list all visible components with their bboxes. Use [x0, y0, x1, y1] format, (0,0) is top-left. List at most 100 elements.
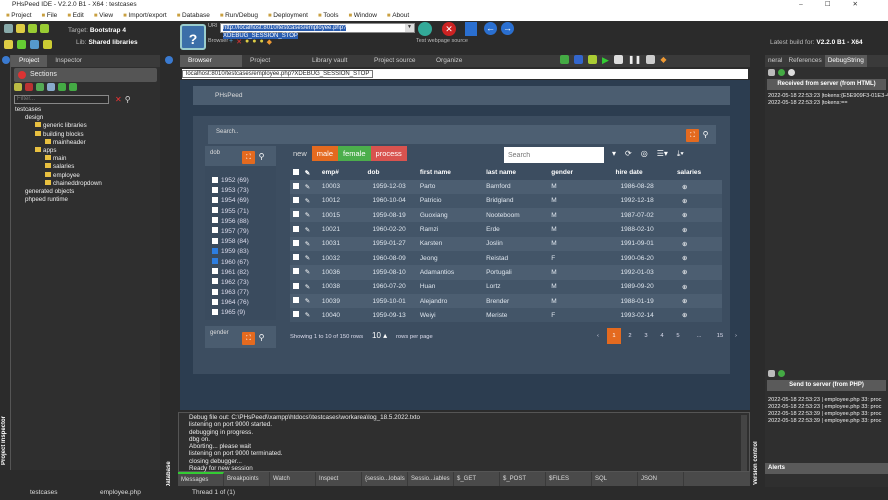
search-icon[interactable]: ⚲: [255, 150, 268, 163]
salaries-zoom-icon[interactable]: ⊕: [673, 193, 722, 209]
refresh-log-icon[interactable]: [778, 370, 785, 377]
copy-icon[interactable]: [4, 24, 13, 33]
bottom-tab[interactable]: Sessio...iables: [408, 472, 454, 486]
table-search-input[interactable]: [504, 147, 604, 163]
checkbox[interactable]: [212, 227, 218, 234]
salaries-zoom-icon[interactable]: ⊕: [673, 250, 722, 266]
row-checkbox[interactable]: [290, 293, 302, 309]
page-icon[interactable]: [613, 55, 623, 64]
dob-filter-item[interactable]: 1964 (76): [205, 298, 276, 308]
row-checkbox[interactable]: [290, 265, 302, 280]
row-checkbox[interactable]: [290, 222, 302, 237]
menu-rundebug[interactable]: Run/Debug: [220, 10, 258, 21]
tree-node[interactable]: employee: [11, 172, 160, 180]
alerts-header[interactable]: Alerts: [765, 463, 888, 474]
edit-icon[interactable]: ✎: [301, 222, 319, 237]
expand-icon[interactable]: ⛶: [242, 332, 255, 345]
checkbox[interactable]: [212, 298, 218, 305]
table-row[interactable]: ✎ 10040 1959-09-13 Weiyi Meriste F 1993-02-14 ⊕: [290, 308, 722, 323]
table-row[interactable]: ✎ 10003 1959-12-03 Parto Bamford M 1986-08-28 ⊕: [290, 179, 722, 194]
menu-deployment[interactable]: Deployment: [268, 10, 308, 21]
menu-edit[interactable]: Edit: [67, 10, 84, 21]
table-row[interactable]: ✎ 10012 1960-10-04 Patricio Bridgland M 1992-1…: [290, 193, 722, 209]
expand-icon[interactable]: ⛶: [242, 151, 255, 164]
export-icon[interactable]: [36, 83, 44, 91]
tree-node[interactable]: apps: [11, 147, 160, 155]
tab-library-vault[interactable]: Library vault: [304, 55, 366, 67]
redo-icon[interactable]: [40, 24, 49, 33]
tab-inspector[interactable]: Inspector: [47, 55, 90, 67]
edit-icon[interactable]: ✎: [301, 265, 319, 280]
edit-icon[interactable]: ✎: [301, 279, 319, 294]
tree-node[interactable]: design: [11, 114, 160, 122]
column-header[interactable]: last name: [483, 166, 548, 180]
project-inspector-vertical-tab[interactable]: Project inspector: [1, 405, 7, 465]
page-prev[interactable]: ‹: [591, 328, 605, 344]
female-button[interactable]: female: [338, 146, 371, 161]
edit-run-icon[interactable]: [588, 55, 597, 64]
database-vertical-tab[interactable]: Database: [166, 460, 172, 488]
column-header[interactable]: gender: [548, 166, 612, 180]
process-button[interactable]: process: [370, 146, 407, 161]
checkbox[interactable]: [212, 186, 218, 193]
edit-icon[interactable]: ✎: [301, 208, 319, 223]
log-icon[interactable]: [768, 69, 775, 76]
tree-node[interactable]: mainheader: [11, 139, 160, 147]
table-row[interactable]: ✎ 10032 1960-08-09 Jeong Reistad F 1990-06-20 ⊕: [290, 250, 722, 266]
row-checkbox[interactable]: [290, 279, 302, 294]
bottom-tab[interactable]: $FILES: [546, 472, 592, 486]
tab-organize[interactable]: Organize: [428, 55, 490, 67]
bottom-tab[interactable]: Inspect: [316, 472, 362, 486]
column-header[interactable]: dob: [365, 166, 417, 180]
settings-icon[interactable]: [788, 69, 795, 76]
page-size-select[interactable]: 10 ▴: [372, 331, 387, 340]
zoom-icon[interactable]: ●: [245, 38, 249, 46]
debug-scrollbar[interactable]: [741, 415, 747, 471]
edit-icon[interactable]: ✎: [301, 236, 319, 251]
lib-value[interactable]: Shared libraries: [88, 39, 137, 46]
menu-view[interactable]: View: [94, 10, 113, 21]
salaries-zoom-icon[interactable]: ⊕: [673, 208, 722, 223]
salaries-zoom-icon[interactable]: ⊕: [673, 236, 722, 251]
tree-node[interactable]: phpeed runtime: [11, 196, 160, 204]
collapse-left-icon[interactable]: [2, 56, 10, 64]
menu-project[interactable]: Project: [6, 10, 31, 21]
delete-icon[interactable]: ✕: [236, 38, 242, 46]
help-button[interactable]: ?: [180, 24, 206, 50]
page-link[interactable]: 15: [713, 328, 727, 344]
salaries-zoom-icon[interactable]: ⊕: [673, 179, 722, 194]
forward-icon[interactable]: →: [501, 22, 514, 35]
minimize-button[interactable]: –: [799, 1, 825, 8]
select-all-checkbox[interactable]: [290, 166, 302, 180]
refresh-icon[interactable]: ⟳: [625, 149, 632, 159]
debug-icon[interactable]: [560, 55, 569, 64]
sections-button[interactable]: Sections: [14, 68, 157, 82]
column-header[interactable]: salaries: [674, 166, 722, 180]
maximize-button[interactable]: ☐: [825, 1, 853, 8]
checkbox[interactable]: [212, 237, 218, 244]
refresh-log-icon[interactable]: [778, 69, 785, 76]
checkbox[interactable]: [212, 207, 218, 214]
checkbox[interactable]: [212, 176, 218, 183]
new-button[interactable]: new: [290, 146, 312, 161]
tree-node[interactable]: testcases: [11, 106, 160, 114]
bottom-tab[interactable]: Breakpoints: [224, 472, 270, 486]
checkbox[interactable]: [212, 196, 218, 203]
dob-filter-item[interactable]: 1956 (88): [205, 217, 276, 227]
page-link[interactable]: 4: [655, 328, 669, 344]
dob-filter-item[interactable]: 1952 (69): [205, 176, 276, 186]
edit-icon[interactable]: ✎: [301, 308, 319, 323]
tree-node[interactable]: salaries: [11, 163, 160, 171]
table-row[interactable]: ✎ 10021 1960-02-20 Ramzi Erde M 1988-02-10 ⊕: [290, 222, 722, 237]
add-section-icon[interactable]: [14, 83, 22, 91]
tag-icon[interactable]: ◆: [267, 38, 272, 46]
step-icon[interactable]: [574, 55, 583, 64]
menu-about[interactable]: About: [387, 10, 409, 21]
dob-filter-item[interactable]: 1959 (83): [205, 247, 276, 257]
page-link[interactable]: 1: [607, 328, 621, 345]
clear-filter-icon[interactable]: ✕: [115, 95, 122, 104]
checkbox[interactable]: [212, 278, 218, 285]
brand-logo[interactable]: PHsPeed: [215, 92, 242, 99]
hierarchy-icon[interactable]: [47, 83, 55, 91]
row-checkbox[interactable]: [290, 236, 302, 251]
